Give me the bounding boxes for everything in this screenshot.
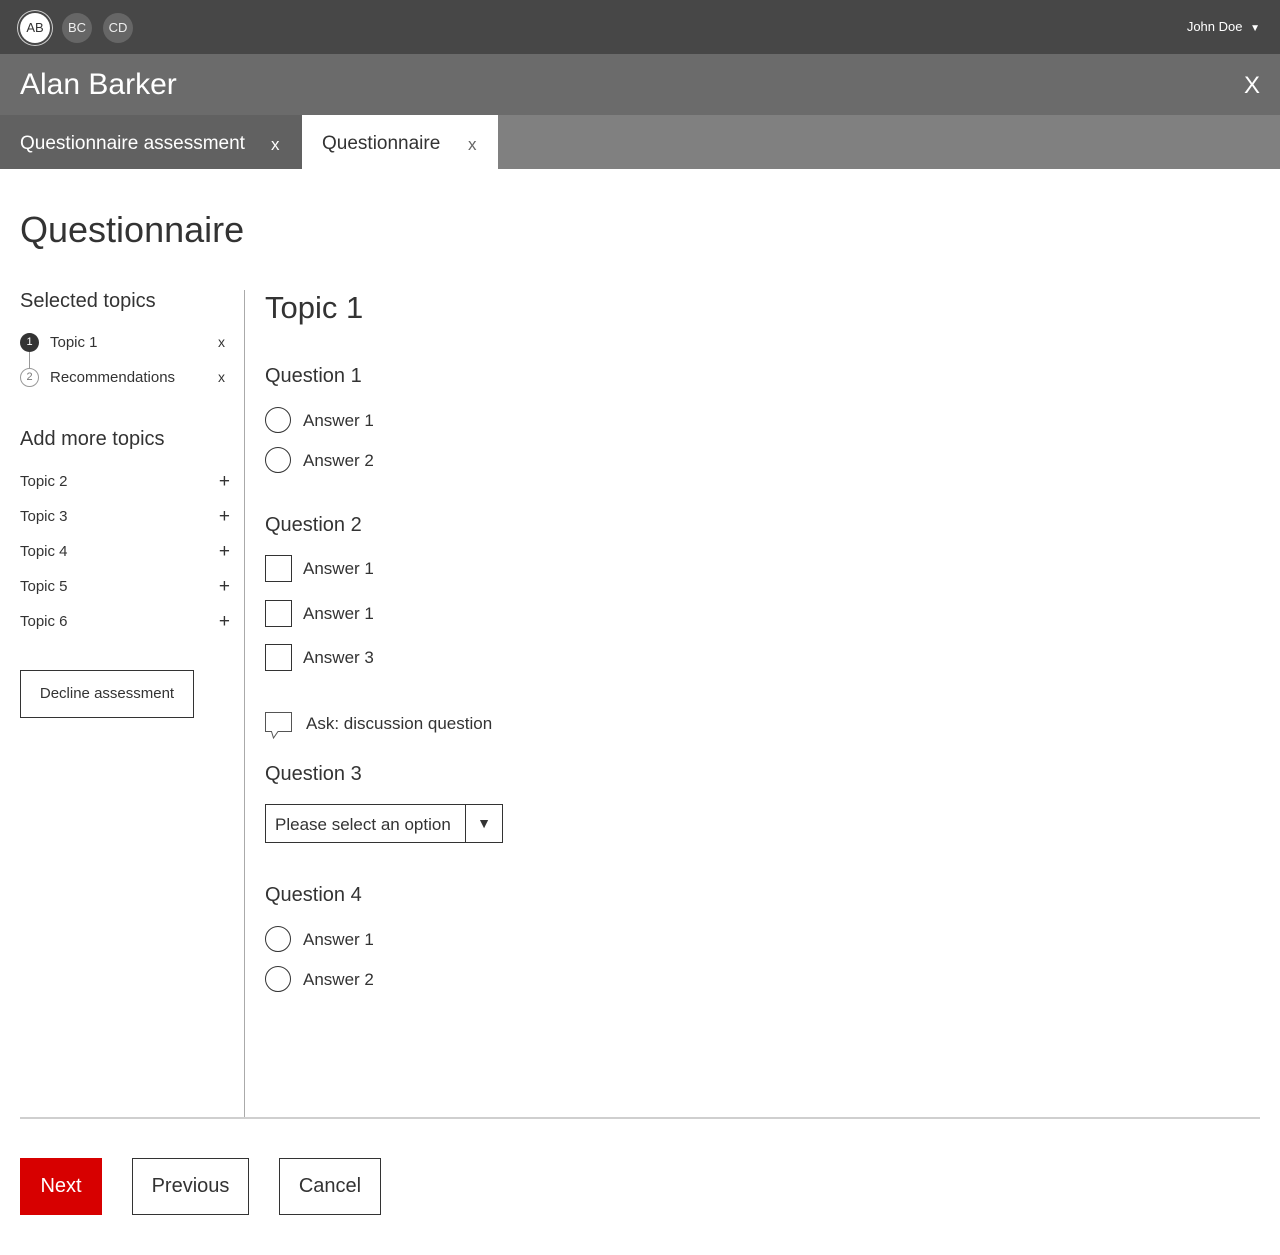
add-topic-item[interactable]: Topic 6 +	[20, 611, 230, 635]
person-name: Alan Barker	[20, 68, 177, 101]
radio-button[interactable]	[265, 926, 291, 952]
avatar-ab[interactable]: AB	[20, 13, 50, 43]
add-topics-heading: Add more topics	[20, 428, 165, 450]
add-topic-item[interactable]: Topic 2 +	[20, 471, 230, 495]
add-topic-label: Topic 5	[20, 578, 68, 595]
selected-topic-label: Recommendations	[50, 369, 176, 386]
option-label: Answer 1	[303, 559, 374, 578]
next-button[interactable]: Next	[20, 1158, 102, 1215]
option-label: Answer 2	[303, 970, 374, 989]
avatar-cd[interactable]: CD	[103, 13, 133, 43]
cancel-button[interactable]: Cancel	[279, 1158, 381, 1215]
chevron-down-icon[interactable]: ▼	[466, 805, 502, 842]
decline-assessment-button[interactable]: Decline assessment	[20, 670, 194, 718]
option-label: Answer 2	[303, 451, 374, 470]
user-menu[interactable]: John Doe ▼	[1187, 19, 1260, 34]
speech-bubble-icon	[265, 712, 292, 740]
topic-title: Topic 1	[265, 290, 364, 325]
selected-topic-item[interactable]: 1 Topic 1 x	[20, 332, 225, 356]
chevron-down-icon: ▼	[1250, 23, 1260, 34]
radio-button[interactable]	[265, 447, 291, 473]
page-title: Questionnaire	[20, 209, 245, 250]
remove-topic-button[interactable]: x	[218, 334, 225, 350]
discussion-question-label: Ask: discussion question	[306, 714, 493, 733]
add-topic-item[interactable]: Topic 4 +	[20, 541, 230, 565]
select-placeholder: Please select an option	[275, 815, 451, 834]
plus-icon[interactable]: +	[219, 471, 230, 493]
tab-close-button[interactable]: x	[468, 135, 477, 155]
step-number-badge: 2	[20, 368, 39, 387]
add-topic-label: Topic 4	[20, 543, 68, 560]
selected-topic-item[interactable]: 2 Recommendations x	[20, 367, 225, 391]
close-record-button[interactable]: X	[1244, 72, 1260, 100]
option-label: Answer 1	[303, 930, 374, 949]
tab-label: Questionnaire assessment	[20, 133, 245, 154]
add-topic-item[interactable]: Topic 3 +	[20, 506, 230, 530]
step-number-badge: 1	[20, 333, 39, 352]
person-header: Alan Barker X	[0, 54, 1280, 115]
option-label: Answer 1	[303, 604, 374, 623]
sidebar-divider	[244, 290, 245, 1117]
radio-button[interactable]	[265, 407, 291, 433]
user-name: John Doe	[1186, 19, 1243, 34]
tab-close-button[interactable]: x	[271, 135, 280, 155]
top-bar: AB BC CD John Doe ▼	[0, 0, 1280, 54]
checkbox[interactable]	[265, 644, 292, 671]
add-topic-label: Topic 6	[20, 613, 68, 630]
tab-questionnaire-assessment[interactable]: Questionnaire assessment x	[0, 115, 302, 169]
question-3-title: Question 3	[265, 763, 362, 785]
question-4-title: Question 4	[265, 884, 362, 906]
plus-icon[interactable]: +	[219, 576, 230, 598]
selected-topics-heading: Selected topics	[20, 290, 156, 312]
add-topic-label: Topic 3	[20, 508, 68, 525]
question-2-title: Question 2	[265, 514, 362, 536]
option-label: Answer 1	[303, 411, 374, 430]
plus-icon[interactable]: +	[219, 506, 230, 528]
checkbox[interactable]	[265, 600, 292, 627]
question-3-select[interactable]: Please select an option ▼	[265, 804, 503, 843]
add-topic-label: Topic 2	[20, 473, 68, 490]
tab-bar: Questionnaire assessment x Questionnaire…	[0, 115, 1280, 169]
avatar-bc[interactable]: BC	[62, 13, 92, 43]
question-1-title: Question 1	[265, 365, 362, 387]
plus-icon[interactable]: +	[219, 611, 230, 633]
tab-questionnaire[interactable]: Questionnaire x	[302, 115, 498, 169]
previous-button[interactable]: Previous	[132, 1158, 249, 1215]
footer-divider	[20, 1117, 1260, 1119]
plus-icon[interactable]: +	[219, 541, 230, 563]
radio-button[interactable]	[265, 966, 291, 992]
selected-topic-label: Topic 1	[50, 334, 98, 351]
tab-label: Questionnaire	[322, 133, 441, 154]
option-label: Answer 3	[303, 648, 374, 667]
checkbox[interactable]	[265, 555, 292, 582]
remove-topic-button[interactable]: x	[218, 369, 225, 385]
add-topic-item[interactable]: Topic 5 +	[20, 576, 230, 600]
